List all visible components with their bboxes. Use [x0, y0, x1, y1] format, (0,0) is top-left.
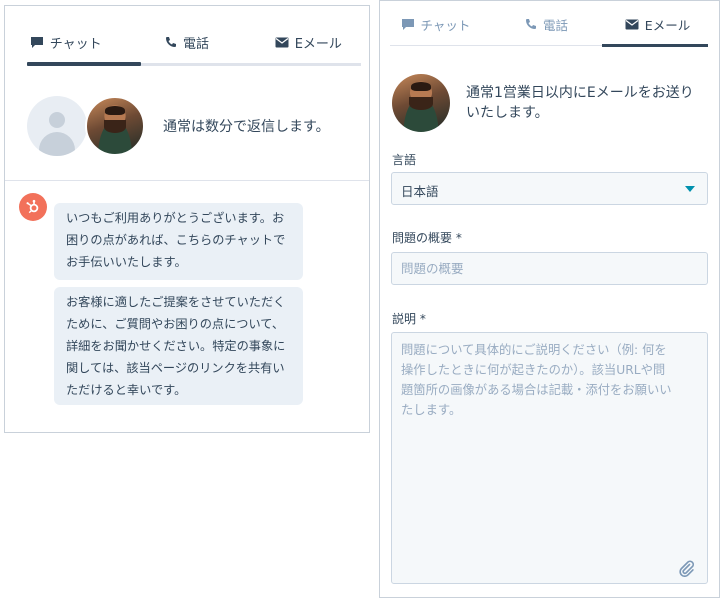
chat-widget-panel: チャット 電話 Eメール 通常は数分で返信します。 いつもご利用ありがとうござい…: [4, 5, 370, 433]
tab-phone-label: 電話: [542, 17, 568, 33]
envelope-icon: [275, 37, 289, 48]
tab-phone-label: 電話: [182, 36, 209, 52]
response-time-text: 通常は数分で返信します。: [163, 119, 330, 135]
language-select-value: 日本語: [401, 184, 439, 199]
tab-chat-label: チャット: [420, 17, 471, 33]
tab-email-label: Eメール: [294, 36, 342, 52]
hubspot-bot-icon: [19, 193, 47, 221]
tab-chat[interactable]: チャット: [380, 1, 491, 47]
tab-email[interactable]: Eメール: [248, 6, 369, 66]
tab-chat[interactable]: チャット: [5, 6, 126, 66]
language-label: 言語: [392, 153, 417, 167]
tab-phone[interactable]: 電話: [126, 6, 247, 66]
tab-email[interactable]: Eメール: [602, 1, 713, 47]
paperclip-icon[interactable]: [677, 559, 695, 578]
email-response-time-text: 通常1営業日以内にEメールをお送り いたします。: [466, 85, 694, 121]
chat-bubble-icon: [401, 18, 415, 31]
language-select[interactable]: 日本語: [391, 172, 708, 205]
welcome-header: 通常は数分で返信します。: [5, 66, 369, 181]
agent-avatar: [392, 74, 450, 132]
chat-bubble-icon: [30, 36, 44, 49]
description-placeholder: 操作したときに何が起きたのか）。該当URLや問: [401, 363, 666, 377]
description-label: 説明 *: [392, 312, 426, 326]
default-avatar: [27, 96, 87, 156]
description-placeholder: 題箇所の画像がある場合は記載・添付をお願いい: [401, 383, 672, 397]
email-widget-panel: チャット 電話 Eメール 通常1営業日以内にEメールをお送り いたします。 言語…: [379, 0, 720, 598]
tab-email-label: Eメール: [644, 17, 691, 33]
description-placeholder: 問題について具体的にご説明ください（例: 何を: [401, 343, 667, 357]
contact-tabs: チャット 電話 Eメール: [380, 1, 719, 47]
phone-icon: [165, 36, 177, 48]
tab-phone[interactable]: 電話: [491, 1, 602, 47]
contact-tabs: チャット 電話 Eメール: [5, 6, 369, 66]
envelope-icon: [625, 19, 639, 30]
description-placeholder: たします。: [401, 403, 462, 417]
description-textarea[interactable]: 問題について具体的にご説明ください（例: 何を 操作したときに何が起きたのか）。…: [391, 332, 708, 584]
chat-message: いつもご利用ありがとうございます。お 困りの点があれば、こちらのチャットで お手…: [54, 203, 303, 280]
active-tab-indicator: [602, 44, 708, 47]
subject-input[interactable]: [391, 252, 708, 285]
chat-message: お客様に適したご提案をさせていただく ために、ご質問やお困りの点について、 詳細…: [54, 287, 303, 405]
subject-label: 問題の概要 *: [392, 231, 462, 245]
phone-icon: [525, 18, 537, 30]
agent-avatar: [85, 96, 145, 156]
caret-down-icon: [685, 186, 695, 192]
tab-chat-label: チャット: [49, 36, 102, 52]
